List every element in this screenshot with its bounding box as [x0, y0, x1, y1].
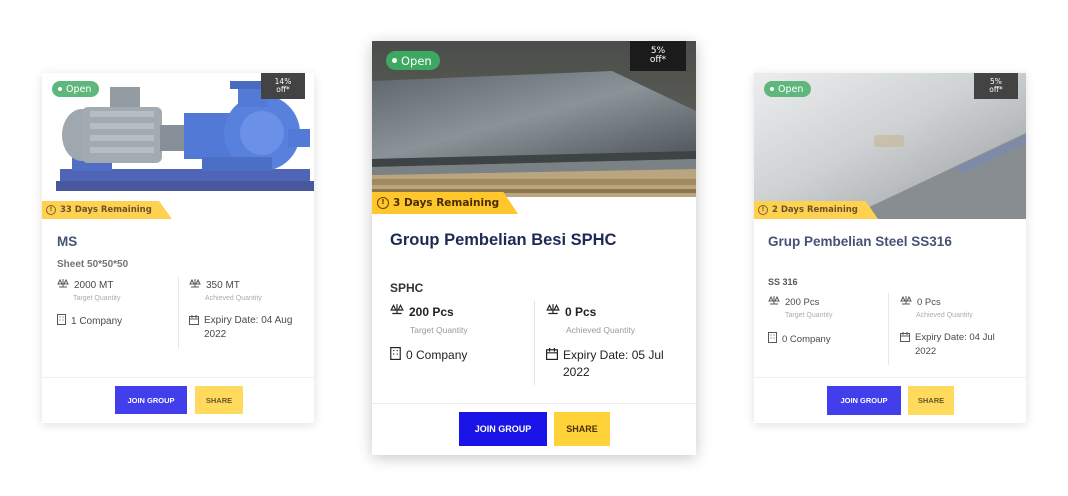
building-icon: [768, 332, 777, 346]
stat-divider: [178, 277, 179, 349]
group-title: Grup Pembelian Steel SS316: [768, 234, 952, 249]
company-count: 0 Company: [768, 332, 831, 346]
group-subtitle: Sheet 50*50*50: [57, 259, 129, 270]
achieved-quantity-value: 0 Pcs: [900, 295, 941, 309]
days-remaining-ribbon: ! 2 Days Remaining: [754, 201, 878, 219]
status-dot-icon: [58, 87, 62, 91]
status-badge: Open: [52, 81, 100, 97]
scale-icon: [900, 295, 912, 309]
status-badge: Open: [386, 51, 440, 70]
group-card-ss316[interactable]: Open 5% off* ! 2 Days Remaining Grup Pem…: [754, 73, 1026, 423]
company-count: 0 Company: [390, 347, 467, 363]
days-remaining-text: 3 Days Remaining: [393, 197, 500, 209]
calendar-icon: [189, 315, 199, 330]
discount-badge: 5% off*: [974, 73, 1018, 99]
join-group-button[interactable]: JOIN GROUP: [459, 412, 547, 446]
discount-badge: 5% off*: [630, 41, 686, 71]
group-card-sphc[interactable]: Open 5% off* ! 3 Days Remaining Group Pe…: [372, 41, 696, 455]
status-text: Open: [401, 53, 432, 68]
group-card-ms[interactable]: Open 14% off* ! 33 Days Remaining MS She…: [42, 73, 314, 423]
status-text: Open: [66, 83, 92, 95]
achieved-quantity-label: Achieved Quantity: [205, 295, 262, 302]
footer-divider: [42, 377, 314, 378]
scale-icon: [768, 295, 780, 309]
target-quantity-value: 200 Pcs: [390, 304, 454, 319]
days-remaining-ribbon: ! 3 Days Remaining: [372, 192, 518, 214]
scale-icon: [189, 278, 201, 292]
stat-divider: [888, 293, 889, 365]
company-count: 1 Company: [57, 314, 122, 328]
scale-icon: [546, 304, 560, 319]
target-quantity-value: 200 Pcs: [768, 295, 819, 309]
achieved-quantity-label: Achieved Quantity: [566, 325, 635, 335]
building-icon: [57, 314, 66, 328]
group-buy-cards: Open 14% off* ! 33 Days Remaining MS She…: [0, 0, 1068, 496]
join-group-button[interactable]: JOIN GROUP: [115, 386, 187, 414]
calendar-icon: [900, 332, 910, 347]
group-subtitle: SPHC: [390, 281, 424, 295]
share-button[interactable]: SHARE: [554, 412, 610, 446]
clock-icon: !: [377, 197, 389, 209]
footer-divider: [754, 377, 1026, 378]
target-quantity-label: Target Quantity: [410, 325, 468, 335]
clock-icon: !: [46, 205, 56, 215]
target-quantity-value: 2000 MT: [57, 278, 113, 292]
days-remaining-ribbon: ! 33 Days Remaining: [42, 201, 172, 219]
achieved-quantity-label: Achieved Quantity: [916, 312, 973, 319]
calendar-icon: [546, 348, 558, 365]
target-quantity-label: Target Quantity: [73, 295, 121, 302]
target-quantity-label: Target Quantity: [785, 312, 833, 319]
status-badge: Open: [764, 81, 812, 97]
share-button[interactable]: SHARE: [195, 386, 243, 414]
status-dot-icon: [392, 58, 397, 63]
achieved-quantity-value: 350 MT: [189, 278, 240, 292]
expiry-date: Expiry Date: 04 Aug 2022: [189, 314, 307, 342]
join-group-button[interactable]: JOIN GROUP: [827, 386, 901, 415]
group-subtitle: SS 316: [768, 277, 798, 287]
status-dot-icon: [770, 87, 774, 91]
discount-badge: 14% off*: [261, 73, 305, 99]
status-text: Open: [778, 83, 804, 95]
footer-divider: [372, 403, 696, 404]
expiry-date: Expiry Date: 04 Jul 2022: [900, 331, 1018, 359]
share-button[interactable]: SHARE: [908, 386, 954, 415]
days-remaining-text: 33 Days Remaining: [60, 205, 152, 215]
scale-icon: [57, 278, 69, 292]
achieved-quantity-value: 0 Pcs: [546, 304, 596, 319]
group-title: MS: [57, 234, 78, 249]
building-icon: [390, 347, 401, 363]
stat-divider: [534, 301, 535, 385]
scale-icon: [390, 304, 404, 319]
days-remaining-text: 2 Days Remaining: [772, 205, 858, 215]
expiry-date: Expiry Date: 05 Jul 2022: [546, 347, 686, 382]
group-title: Group Pembelian Besi SPHC: [390, 231, 617, 249]
clock-icon: !: [758, 205, 768, 215]
